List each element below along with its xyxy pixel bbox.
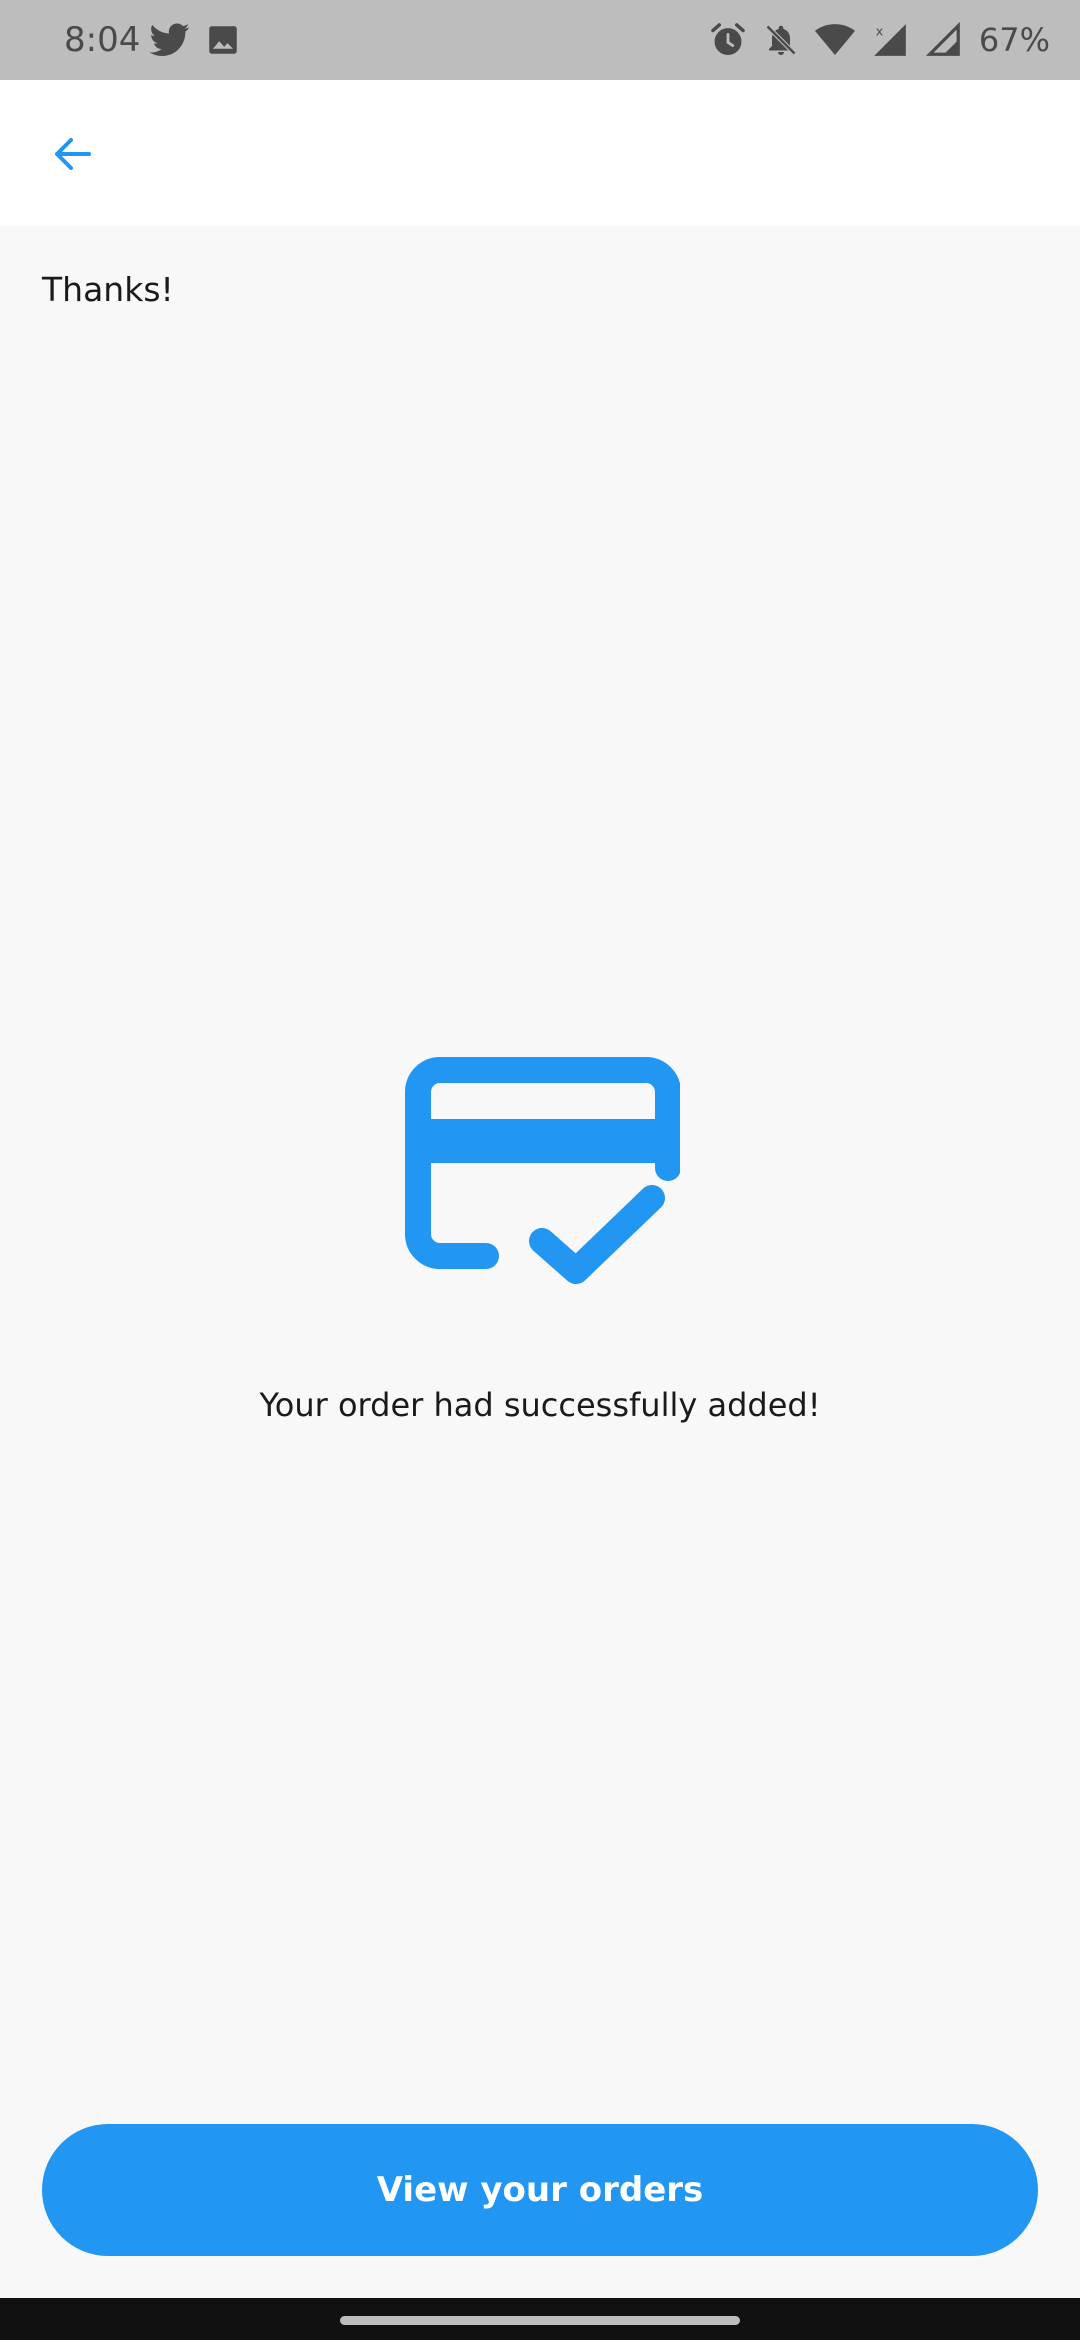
signal-icon: x [871, 21, 909, 59]
home-indicator[interactable] [340, 2316, 740, 2325]
status-right-icons: x 67% [709, 18, 1050, 62]
notifications-off-icon [763, 22, 799, 58]
success-message: Your order had successfully added! [259, 1386, 821, 1424]
view-orders-button[interactable]: View your orders [42, 2124, 1038, 2256]
image-icon [208, 25, 238, 55]
status-bar: 8:04 x 67% [0, 0, 1080, 80]
alarm-icon [709, 21, 747, 59]
app-bar [0, 80, 1080, 226]
signal-icon-2 [925, 21, 963, 59]
screen: 8:04 x 67% Thanks! Your order had succes… [0, 0, 1080, 2340]
credit-card-check-icon [404, 1056, 681, 1296]
status-left-icons [150, 20, 238, 60]
battery-percentage: 67% [978, 21, 1050, 59]
twitter-icon [150, 23, 190, 57]
page-title: Thanks! [42, 270, 174, 309]
navigation-bar [0, 2298, 1080, 2340]
wifi-icon [814, 23, 855, 57]
back-button[interactable] [30, 116, 116, 192]
svg-text:x: x [876, 23, 884, 38]
arrow-back-icon [55, 138, 91, 170]
status-time: 8:04 [64, 20, 141, 60]
